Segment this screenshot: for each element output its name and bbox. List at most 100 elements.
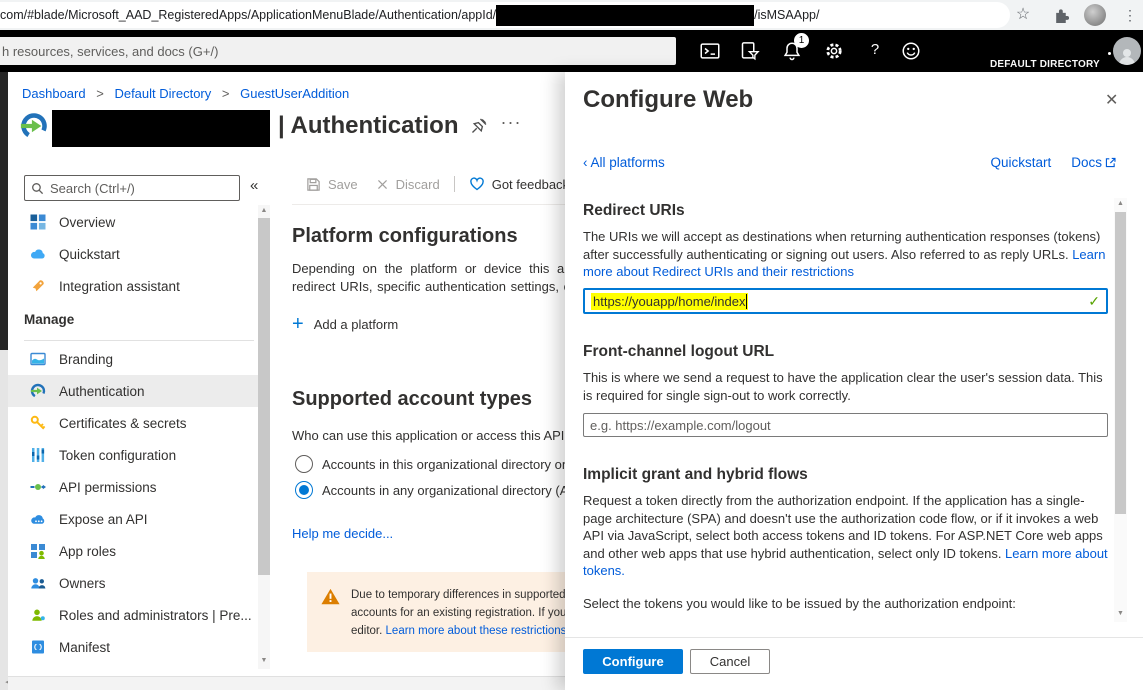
api-permissions-icon: [30, 479, 46, 495]
sidebar-item-integration-assistant[interactable]: Integration assistant: [8, 270, 258, 302]
extensions-puzzle-icon[interactable]: [1053, 7, 1070, 24]
sidebar-item-quickstart[interactable]: Quickstart: [8, 238, 258, 270]
sidebar-item-label: App roles: [59, 544, 116, 559]
azure-topbar: h resources, services, and docs (G+/) 1 …: [0, 30, 1143, 72]
panel-scrollbar-thumb[interactable]: [1115, 212, 1126, 514]
front-channel-logout-input[interactable]: e.g. https://example.com/logout: [583, 413, 1108, 437]
sidebar-search-input[interactable]: Search (Ctrl+/): [24, 175, 240, 201]
sidebar-item-app-roles[interactable]: App roles: [8, 535, 258, 567]
text-caret: [746, 294, 748, 309]
sidebar-item-roles-administrators[interactable]: Roles and administrators | Pre...: [8, 599, 258, 631]
platform-desc-line2: redirect URIs, specific authentication s…: [292, 279, 565, 294]
all-platforms-back-link[interactable]: ‹ All platforms: [583, 155, 665, 170]
discard-x-icon: [376, 178, 389, 191]
browser-bar: com/#blade/Microsoft_AAD_RegisteredApps/…: [0, 0, 1143, 30]
azure-account-avatar[interactable]: [1113, 37, 1141, 65]
breadcrumb-directory[interactable]: Default Directory: [114, 86, 211, 101]
got-feedback-button[interactable]: Got feedback?: [469, 176, 565, 192]
radio-circle-selected[interactable]: [295, 481, 313, 499]
save-button[interactable]: Save: [306, 177, 358, 192]
app-menu-sidebar: Search (Ctrl+/) « Overview Quickstart In…: [8, 160, 280, 676]
discard-button[interactable]: Discard: [376, 177, 440, 192]
app-roles-icon: [30, 543, 46, 559]
sidebar-item-authentication[interactable]: Authentication: [8, 375, 258, 407]
cloud-shell-icon[interactable]: [700, 41, 720, 61]
bottom-strip: [8, 676, 565, 690]
add-platform-button[interactable]: + Add a platform: [292, 315, 398, 333]
browser-menu-icon[interactable]: ⋮: [1122, 0, 1138, 30]
directory-filter-icon[interactable]: [740, 41, 760, 61]
sidebar-scrollbar-thumb[interactable]: [258, 218, 270, 575]
more-actions-ellipsis[interactable]: ...: [501, 108, 522, 129]
account-dot: [1108, 52, 1111, 55]
branding-icon: [30, 351, 46, 367]
help-icon[interactable]: ?: [866, 41, 884, 58]
sidebar-item-branding[interactable]: Branding: [8, 343, 258, 375]
browser-profile-avatar[interactable]: [1084, 4, 1106, 26]
global-search-input[interactable]: h resources, services, and docs (G+/): [0, 37, 676, 65]
collapsed-nav-strip: [0, 72, 8, 350]
docs-link[interactable]: Docs: [1071, 155, 1117, 170]
page-title: | Authentication: [278, 112, 458, 140]
sidebar-item-expose-an-api[interactable]: Expose an API: [8, 503, 258, 535]
authentication-blade: Save Discard Got feedback? Platform conf…: [292, 160, 565, 676]
platform-configurations-title: Platform configurations: [292, 225, 518, 248]
heart-icon: [469, 176, 485, 192]
accounts-question: Who can use this application or access t…: [292, 428, 565, 443]
bookmark-star-icon[interactable]: ☆: [1012, 0, 1034, 30]
valid-check-icon: ✓: [1088, 293, 1100, 310]
commandbar-underline: [292, 204, 565, 205]
command-bar: Save Discard Got feedback?: [306, 172, 565, 196]
pin-icon[interactable]: [470, 117, 488, 135]
breadcrumb-separator: >: [222, 86, 230, 101]
authentication-icon: [30, 383, 46, 399]
sidebar-item-owners[interactable]: Owners: [8, 567, 258, 599]
sidebar-item-certificates-secrets[interactable]: Certificates & secrets: [8, 407, 258, 439]
save-label: Save: [328, 177, 358, 192]
url-text-suffix: /isMSAApp/: [754, 8, 819, 22]
warning-restrictions-link[interactable]: Learn more about these restrictions.: [386, 625, 565, 637]
sidebar-scroll-down-arrow[interactable]: ▼: [258, 657, 270, 664]
radio-single-tenant[interactable]: Accounts in this organizational director…: [295, 455, 565, 473]
breadcrumb-app[interactable]: GuestUserAddition: [240, 86, 349, 101]
sidebar-item-label: API permissions: [59, 480, 157, 495]
address-bar[interactable]: com/#blade/Microsoft_AAD_RegisteredApps/…: [0, 2, 1010, 28]
quickstart-cloud-icon: [30, 246, 46, 262]
quickstart-link[interactable]: Quickstart: [990, 155, 1051, 170]
sidebar-search-placeholder: Search (Ctrl+/): [50, 181, 135, 196]
roles-admin-person-icon: [30, 607, 46, 623]
redirect-uris-title: Redirect URIs: [583, 202, 685, 220]
radio-circle-unselected[interactable]: [295, 455, 313, 473]
notification-badge: 1: [794, 33, 809, 48]
radio-multitenant[interactable]: Accounts in any organizational directory…: [295, 481, 565, 499]
search-icon: [31, 182, 44, 195]
redirect-uris-desc: The URIs we will accept as destinations …: [583, 228, 1113, 281]
sidebar-collapse-button[interactable]: «: [250, 177, 258, 194]
close-icon[interactable]: ✕: [1105, 90, 1118, 110]
sidebar-item-manifest[interactable]: Manifest: [8, 631, 258, 663]
panel-footer-divider: [565, 637, 1143, 638]
sidebar-scroll-up-arrow[interactable]: ▲: [258, 207, 270, 214]
plus-icon: +: [292, 315, 304, 333]
feedback-smiley-icon[interactable]: [901, 41, 921, 61]
sidebar-item-label: Owners: [59, 576, 106, 591]
redacted-app-name: [52, 110, 270, 147]
panel-scroll-down-arrow[interactable]: ▼: [1114, 610, 1127, 617]
owners-people-icon: [30, 575, 46, 591]
settings-gear-icon[interactable]: [824, 41, 844, 61]
help-me-decide-link[interactable]: Help me decide...: [292, 526, 393, 541]
sidebar-item-token-configuration[interactable]: Token configuration: [8, 439, 258, 471]
sidebar-item-label: Quickstart: [59, 247, 120, 262]
sidebar-item-api-permissions[interactable]: API permissions: [8, 471, 258, 503]
configure-button[interactable]: Configure: [583, 649, 683, 674]
discard-label: Discard: [396, 177, 440, 192]
add-platform-label: Add a platform: [314, 317, 399, 332]
breadcrumb-dashboard[interactable]: Dashboard: [22, 86, 86, 101]
expose-api-cloud-icon: [30, 511, 46, 527]
panel-scroll-up-arrow[interactable]: ▲: [1114, 200, 1127, 207]
cancel-button[interactable]: Cancel: [690, 649, 770, 674]
sidebar-item-overview[interactable]: Overview: [8, 206, 258, 238]
got-feedback-label: Got feedback?: [492, 177, 565, 192]
redirect-uri-input[interactable]: https://youapp/home/index ✓: [583, 288, 1108, 314]
sidebar-section-manage: Manage: [24, 312, 74, 327]
